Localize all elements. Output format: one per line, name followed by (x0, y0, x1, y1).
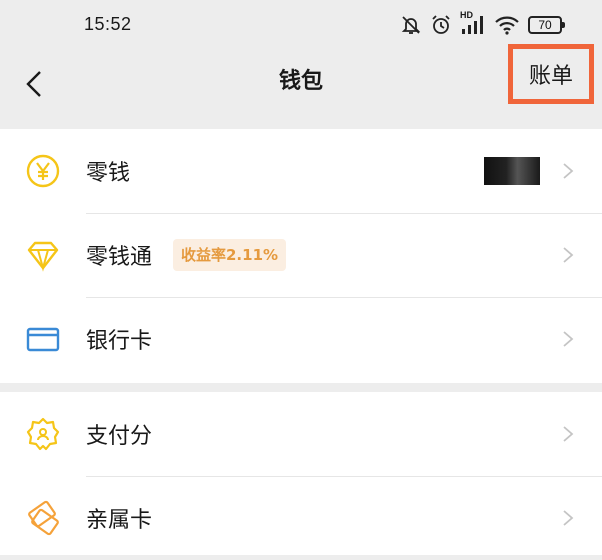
yuan-coin-icon (24, 152, 62, 190)
item-label: 零钱 (86, 161, 131, 186)
battery-icon: 70 (528, 16, 565, 34)
wifi-icon (494, 14, 520, 36)
status-icons: HD 70 (400, 10, 565, 38)
chevron-right-icon (563, 426, 574, 442)
list-item-change-plus[interactable]: 零钱通 收益率2.11% (0, 213, 602, 297)
wallet-group-primary: 零钱 零钱通 收益率2.11% 银行卡 (0, 129, 602, 383)
list-item-bank-card[interactable]: 银行卡 (0, 297, 602, 381)
item-label: 支付分 (86, 424, 153, 449)
wallet-group-secondary: 支付分 亲属卡 (0, 392, 602, 555)
network-label: HD (460, 10, 473, 20)
bill-button[interactable]: 账单 (508, 44, 594, 104)
chevron-right-icon (563, 163, 574, 179)
chevron-right-icon (563, 510, 574, 526)
item-label: 银行卡 (86, 329, 153, 354)
status-time: 15:52 (84, 14, 132, 34)
masked-balance (484, 157, 540, 185)
item-label: 亲属卡 (86, 508, 153, 533)
list-item-change[interactable]: 零钱 (0, 129, 602, 213)
item-label: 零钱通 (86, 245, 153, 270)
diamond-icon (24, 236, 62, 274)
nav-bar: 钱包 账单 (0, 44, 602, 125)
chevron-right-icon (563, 331, 574, 347)
bell-muted-icon (400, 14, 422, 36)
alarm-icon (430, 14, 452, 36)
yield-badge: 收益率2.11% (173, 239, 287, 271)
signal-icon: HD (460, 10, 486, 36)
list-item-pay-score[interactable]: 支付分 (0, 392, 602, 476)
chevron-right-icon (563, 247, 574, 263)
status-bar: 15:52 HD 70 (0, 0, 602, 50)
badge-star-icon (24, 415, 62, 453)
list-item-family-card[interactable]: 亲属卡 (0, 476, 602, 560)
card-icon (24, 320, 62, 358)
family-card-icon (24, 499, 62, 537)
